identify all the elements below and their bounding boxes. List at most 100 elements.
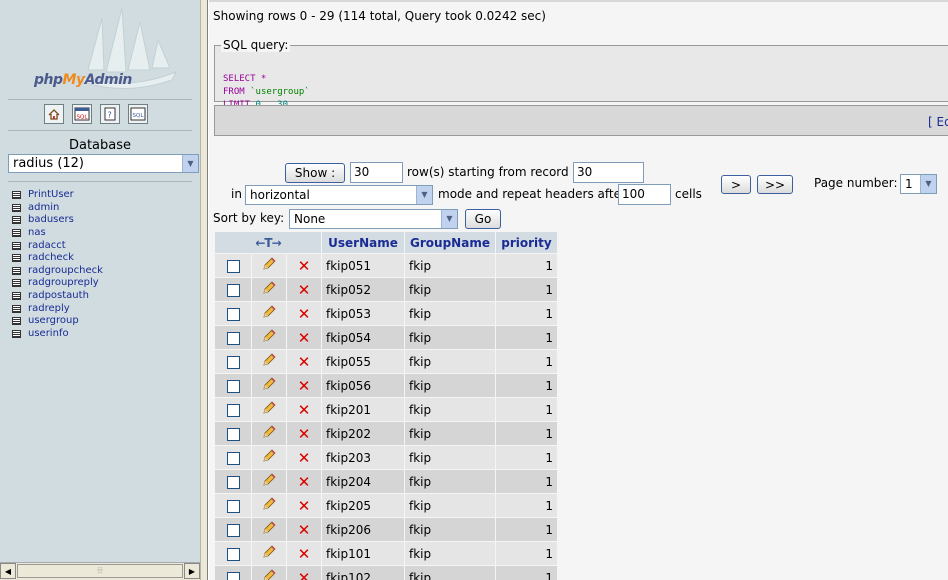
pencil-icon[interactable]	[261, 569, 277, 580]
delete-icon[interactable]: ✕	[298, 281, 311, 299]
database-select[interactable]: radius (12) ▼	[8, 154, 199, 173]
column-header-priority[interactable]: priority	[496, 232, 557, 253]
edit-cell[interactable]	[252, 470, 286, 493]
delete-cell[interactable]: ✕	[287, 494, 321, 517]
pencil-icon[interactable]	[261, 425, 277, 443]
edit-cell[interactable]	[252, 518, 286, 541]
row-checkbox[interactable]	[226, 283, 240, 297]
sql-query-icon[interactable]: SQL	[72, 104, 92, 124]
scrollbar-thumb[interactable]: ⦙⦙⦙	[17, 564, 183, 578]
table-list-item[interactable]: radreply	[12, 302, 103, 315]
row-checkbox[interactable]	[226, 523, 240, 537]
next-page-button[interactable]: >	[721, 175, 751, 194]
delete-cell[interactable]: ✕	[287, 446, 321, 469]
table-list-item[interactable]: radacct	[12, 239, 103, 252]
row-checkbox-cell[interactable]	[215, 470, 251, 493]
table-icon[interactable]	[12, 216, 21, 225]
pencil-icon[interactable]	[261, 497, 277, 515]
row-checkbox-cell[interactable]	[215, 254, 251, 277]
edit-cell[interactable]	[252, 374, 286, 397]
last-page-button[interactable]: >>	[757, 175, 793, 194]
delete-icon[interactable]: ✕	[298, 473, 311, 491]
scroll-right-icon[interactable]: ▶	[184, 563, 200, 579]
chevron-down-icon[interactable]: ▼	[920, 175, 936, 193]
table-list-item[interactable]: PrintUser	[12, 189, 103, 202]
row-checkbox-cell[interactable]	[215, 326, 251, 349]
delete-cell[interactable]: ✕	[287, 542, 321, 565]
delete-icon[interactable]: ✕	[298, 497, 311, 515]
frame-splitter[interactable]	[200, 0, 208, 580]
row-checkbox[interactable]	[226, 427, 240, 441]
table-icon[interactable]	[12, 292, 21, 301]
table-list-item[interactable]: usergroup	[12, 315, 103, 328]
table-icon[interactable]	[12, 254, 21, 263]
delete-cell[interactable]: ✕	[287, 518, 321, 541]
delete-cell[interactable]: ✕	[287, 254, 321, 277]
chevron-down-icon[interactable]: ▼	[441, 210, 457, 228]
pencil-icon[interactable]	[261, 257, 277, 275]
pencil-icon[interactable]	[261, 377, 277, 395]
table-icon[interactable]	[12, 279, 21, 288]
delete-icon[interactable]: ✕	[298, 377, 311, 395]
row-checkbox[interactable]	[226, 331, 240, 345]
delete-cell[interactable]: ✕	[287, 422, 321, 445]
edit-cell[interactable]	[252, 542, 286, 565]
row-checkbox[interactable]	[226, 571, 240, 580]
edit-cell[interactable]	[252, 326, 286, 349]
horizontal-scrollbar[interactable]: ◀ ⦙⦙⦙ ▶	[0, 562, 200, 580]
table-icon[interactable]	[12, 191, 21, 200]
delete-cell[interactable]: ✕	[287, 278, 321, 301]
delete-cell[interactable]: ✕	[287, 350, 321, 373]
column-header-groupname[interactable]: GroupName	[405, 232, 495, 253]
row-checkbox[interactable]	[226, 451, 240, 465]
row-checkbox[interactable]	[226, 379, 240, 393]
table-list-item[interactable]: radcheck	[12, 252, 103, 265]
delete-icon[interactable]: ✕	[298, 545, 311, 563]
pencil-icon[interactable]	[261, 545, 277, 563]
pencil-icon[interactable]	[261, 281, 277, 299]
repeat-headers-input[interactable]: 100	[618, 184, 671, 205]
delete-cell[interactable]: ✕	[287, 374, 321, 397]
table-list-item[interactable]: admin	[12, 202, 103, 215]
edit-cell[interactable]	[252, 446, 286, 469]
delete-cell[interactable]: ✕	[287, 326, 321, 349]
edit-cell[interactable]	[252, 566, 286, 580]
sort-by-key-select[interactable]: None ▼	[289, 209, 458, 229]
start-record-input[interactable]: 30	[573, 162, 644, 183]
column-arrows-header[interactable]: ←T→	[215, 232, 321, 253]
row-checkbox-cell[interactable]	[215, 278, 251, 301]
delete-icon[interactable]: ✕	[298, 521, 311, 539]
table-icon[interactable]	[12, 329, 21, 338]
pencil-icon[interactable]	[261, 473, 277, 491]
row-checkbox-cell[interactable]	[215, 422, 251, 445]
delete-cell[interactable]: ✕	[287, 302, 321, 325]
show-button[interactable]: Show :	[285, 163, 345, 183]
pencil-icon[interactable]	[261, 329, 277, 347]
home-icon[interactable]	[44, 104, 64, 124]
delete-cell[interactable]: ✕	[287, 470, 321, 493]
row-checkbox-cell[interactable]	[215, 494, 251, 517]
phpmyadmin-logo[interactable]: phpMyAdmin	[0, 0, 200, 98]
chevron-down-icon[interactable]: ▼	[416, 186, 432, 204]
delete-icon[interactable]: ✕	[298, 449, 311, 467]
sql-docs-icon[interactable]: SQL	[128, 104, 148, 124]
edit-query-link[interactable]: [ Ed	[928, 115, 948, 129]
table-icon[interactable]	[12, 203, 21, 212]
table-list-item[interactable]: userinfo	[12, 328, 103, 341]
edit-cell[interactable]	[252, 350, 286, 373]
docs-icon[interactable]: ?	[100, 104, 120, 124]
edit-cell[interactable]	[252, 422, 286, 445]
row-checkbox[interactable]	[226, 547, 240, 561]
edit-cell[interactable]	[252, 398, 286, 421]
row-checkbox-cell[interactable]	[215, 374, 251, 397]
delete-icon[interactable]: ✕	[298, 353, 311, 371]
scroll-left-icon[interactable]: ◀	[0, 563, 16, 579]
table-icon[interactable]	[12, 241, 21, 250]
row-checkbox-cell[interactable]	[215, 302, 251, 325]
table-icon[interactable]	[12, 229, 21, 238]
row-checkbox[interactable]	[226, 355, 240, 369]
pencil-icon[interactable]	[261, 305, 277, 323]
delete-icon[interactable]: ✕	[298, 305, 311, 323]
delete-icon[interactable]: ✕	[298, 329, 311, 347]
table-icon[interactable]	[12, 317, 21, 326]
